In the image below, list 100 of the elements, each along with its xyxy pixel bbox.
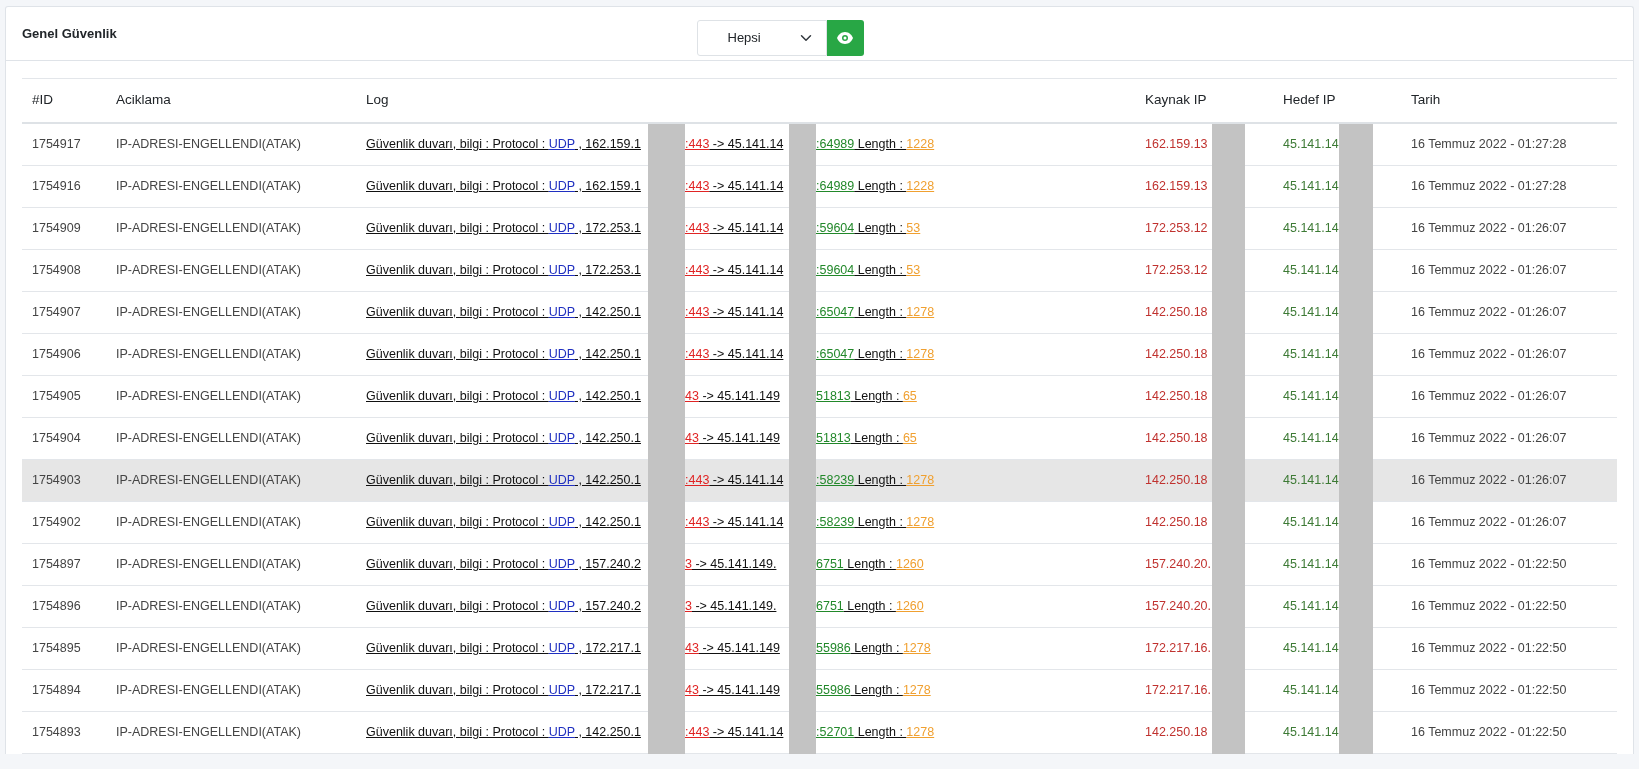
- source-port-link[interactable]: 3: [685, 598, 692, 613]
- destination-port-link[interactable]: :64989: [816, 136, 855, 151]
- protocol-link[interactable]: UDP: [548, 640, 575, 655]
- log-link[interactable]: Güvenlik duvarı, bilgi : Protocol :: [366, 724, 549, 739]
- destination-port-link[interactable]: :65047: [816, 346, 855, 361]
- protocol-link[interactable]: UDP: [548, 472, 575, 487]
- destination-port-link[interactable]: :65047: [816, 304, 855, 319]
- length-label-link[interactable]: Length :: [854, 724, 907, 739]
- length-label-link[interactable]: Length :: [850, 430, 903, 445]
- protocol-link[interactable]: UDP: [548, 598, 575, 613]
- destination-address-link[interactable]: -> 45.141.149.: [691, 556, 777, 571]
- protocol-link[interactable]: UDP: [548, 346, 575, 361]
- destination-port-link[interactable]: 51813: [816, 430, 851, 445]
- protocol-link[interactable]: UDP: [548, 136, 575, 151]
- destination-port-link[interactable]: :52701: [816, 724, 855, 739]
- source-port-link[interactable]: :443: [685, 262, 710, 277]
- log-link[interactable]: Güvenlik duvarı, bilgi : Protocol :: [366, 304, 549, 319]
- log-link[interactable]: Güvenlik duvarı, bilgi : Protocol :: [366, 430, 549, 445]
- destination-port-link[interactable]: :59604: [816, 220, 855, 235]
- destination-port-link[interactable]: 6751: [816, 598, 844, 613]
- source-port-link[interactable]: 43: [685, 640, 699, 655]
- log-link[interactable]: Güvenlik duvarı, bilgi : Protocol :: [366, 598, 549, 613]
- source-port-link[interactable]: 3: [685, 556, 692, 571]
- destination-port-link[interactable]: :64989: [816, 178, 855, 193]
- source-address-link[interactable]: , 142.250.1: [574, 388, 641, 403]
- log-link[interactable]: Güvenlik duvarı, bilgi : Protocol :: [366, 682, 549, 697]
- length-label-link[interactable]: Length :: [854, 346, 907, 361]
- destination-address-link[interactable]: -> 45.141.14: [709, 346, 784, 361]
- source-port-link[interactable]: :443: [685, 136, 710, 151]
- log-link[interactable]: Güvenlik duvarı, bilgi : Protocol :: [366, 640, 549, 655]
- destination-address-link[interactable]: -> 45.141.149: [698, 388, 780, 403]
- source-address-link[interactable]: , 162.159.1: [574, 178, 641, 193]
- source-address-link[interactable]: , 157.240.2: [574, 598, 641, 613]
- length-label-link[interactable]: Length :: [854, 304, 907, 319]
- protocol-link[interactable]: UDP: [548, 430, 575, 445]
- length-label-link[interactable]: Length :: [854, 514, 907, 529]
- protocol-link[interactable]: UDP: [548, 220, 575, 235]
- length-label-link[interactable]: Length :: [854, 136, 907, 151]
- length-label-link[interactable]: Length :: [854, 472, 907, 487]
- destination-address-link[interactable]: -> 45.141.14: [709, 262, 784, 277]
- protocol-link[interactable]: UDP: [548, 262, 575, 277]
- protocol-link[interactable]: UDP: [548, 724, 575, 739]
- destination-address-link[interactable]: -> 45.141.149: [698, 682, 780, 697]
- source-port-link[interactable]: :443: [685, 178, 710, 193]
- destination-port-link[interactable]: :58239: [816, 472, 855, 487]
- log-link[interactable]: Güvenlik duvarı, bilgi : Protocol :: [366, 178, 549, 193]
- destination-address-link[interactable]: -> 45.141.14: [709, 136, 784, 151]
- length-label-link[interactable]: Length :: [843, 598, 896, 613]
- source-address-link[interactable]: , 142.250.1: [574, 346, 641, 361]
- source-address-link[interactable]: , 142.250.1: [574, 472, 641, 487]
- filter-dropdown[interactable]: Hepsi: [696, 20, 827, 56]
- log-link[interactable]: Güvenlik duvarı, bilgi : Protocol :: [366, 472, 549, 487]
- source-address-link[interactable]: , 157.240.2: [574, 556, 641, 571]
- destination-address-link[interactable]: -> 45.141.14: [709, 220, 784, 235]
- destination-port-link[interactable]: 55986: [816, 682, 851, 697]
- source-port-link[interactable]: :443: [685, 346, 710, 361]
- source-address-link[interactable]: , 162.159.1: [574, 136, 641, 151]
- source-port-link[interactable]: :443: [685, 514, 710, 529]
- destination-address-link[interactable]: -> 45.141.149.: [691, 598, 777, 613]
- log-link[interactable]: Güvenlik duvarı, bilgi : Protocol :: [366, 136, 549, 151]
- length-label-link[interactable]: Length :: [854, 262, 907, 277]
- protocol-link[interactable]: UDP: [548, 556, 575, 571]
- source-port-link[interactable]: :443: [685, 724, 710, 739]
- length-label-link[interactable]: Length :: [850, 640, 903, 655]
- source-address-link[interactable]: , 142.250.1: [574, 724, 641, 739]
- log-link[interactable]: Güvenlik duvarı, bilgi : Protocol :: [366, 514, 549, 529]
- source-address-link[interactable]: , 142.250.1: [574, 430, 641, 445]
- source-address-link[interactable]: , 172.253.1: [574, 262, 641, 277]
- length-label-link[interactable]: Length :: [850, 682, 903, 697]
- destination-port-link[interactable]: 6751: [816, 556, 844, 571]
- destination-port-link[interactable]: 51813: [816, 388, 851, 403]
- log-link[interactable]: Güvenlik duvarı, bilgi : Protocol :: [366, 556, 549, 571]
- source-port-link[interactable]: :443: [685, 304, 710, 319]
- destination-address-link[interactable]: -> 45.141.14: [709, 304, 784, 319]
- destination-address-link[interactable]: -> 45.141.14: [709, 724, 784, 739]
- source-address-link[interactable]: , 142.250.1: [574, 304, 641, 319]
- view-button[interactable]: [826, 20, 864, 56]
- protocol-link[interactable]: UDP: [548, 682, 575, 697]
- destination-address-link[interactable]: -> 45.141.14: [709, 178, 784, 193]
- source-port-link[interactable]: 43: [685, 388, 699, 403]
- log-link[interactable]: Güvenlik duvarı, bilgi : Protocol :: [366, 388, 549, 403]
- length-label-link[interactable]: Length :: [850, 388, 903, 403]
- destination-port-link[interactable]: :59604: [816, 262, 855, 277]
- protocol-link[interactable]: UDP: [548, 304, 575, 319]
- log-link[interactable]: Güvenlik duvarı, bilgi : Protocol :: [366, 220, 549, 235]
- destination-port-link[interactable]: 55986: [816, 640, 851, 655]
- length-label-link[interactable]: Length :: [854, 220, 907, 235]
- destination-port-link[interactable]: :58239: [816, 514, 855, 529]
- source-port-link[interactable]: 43: [685, 430, 699, 445]
- log-link[interactable]: Güvenlik duvarı, bilgi : Protocol :: [366, 262, 549, 277]
- source-address-link[interactable]: , 172.217.1: [574, 682, 641, 697]
- protocol-link[interactable]: UDP: [548, 178, 575, 193]
- log-link[interactable]: Güvenlik duvarı, bilgi : Protocol :: [366, 346, 549, 361]
- destination-address-link[interactable]: -> 45.141.14: [709, 472, 784, 487]
- destination-address-link[interactable]: -> 45.141.149: [698, 430, 780, 445]
- source-address-link[interactable]: , 142.250.1: [574, 514, 641, 529]
- protocol-link[interactable]: UDP: [548, 388, 575, 403]
- source-address-link[interactable]: , 172.217.1: [574, 640, 641, 655]
- length-label-link[interactable]: Length :: [854, 178, 907, 193]
- destination-address-link[interactable]: -> 45.141.14: [709, 514, 784, 529]
